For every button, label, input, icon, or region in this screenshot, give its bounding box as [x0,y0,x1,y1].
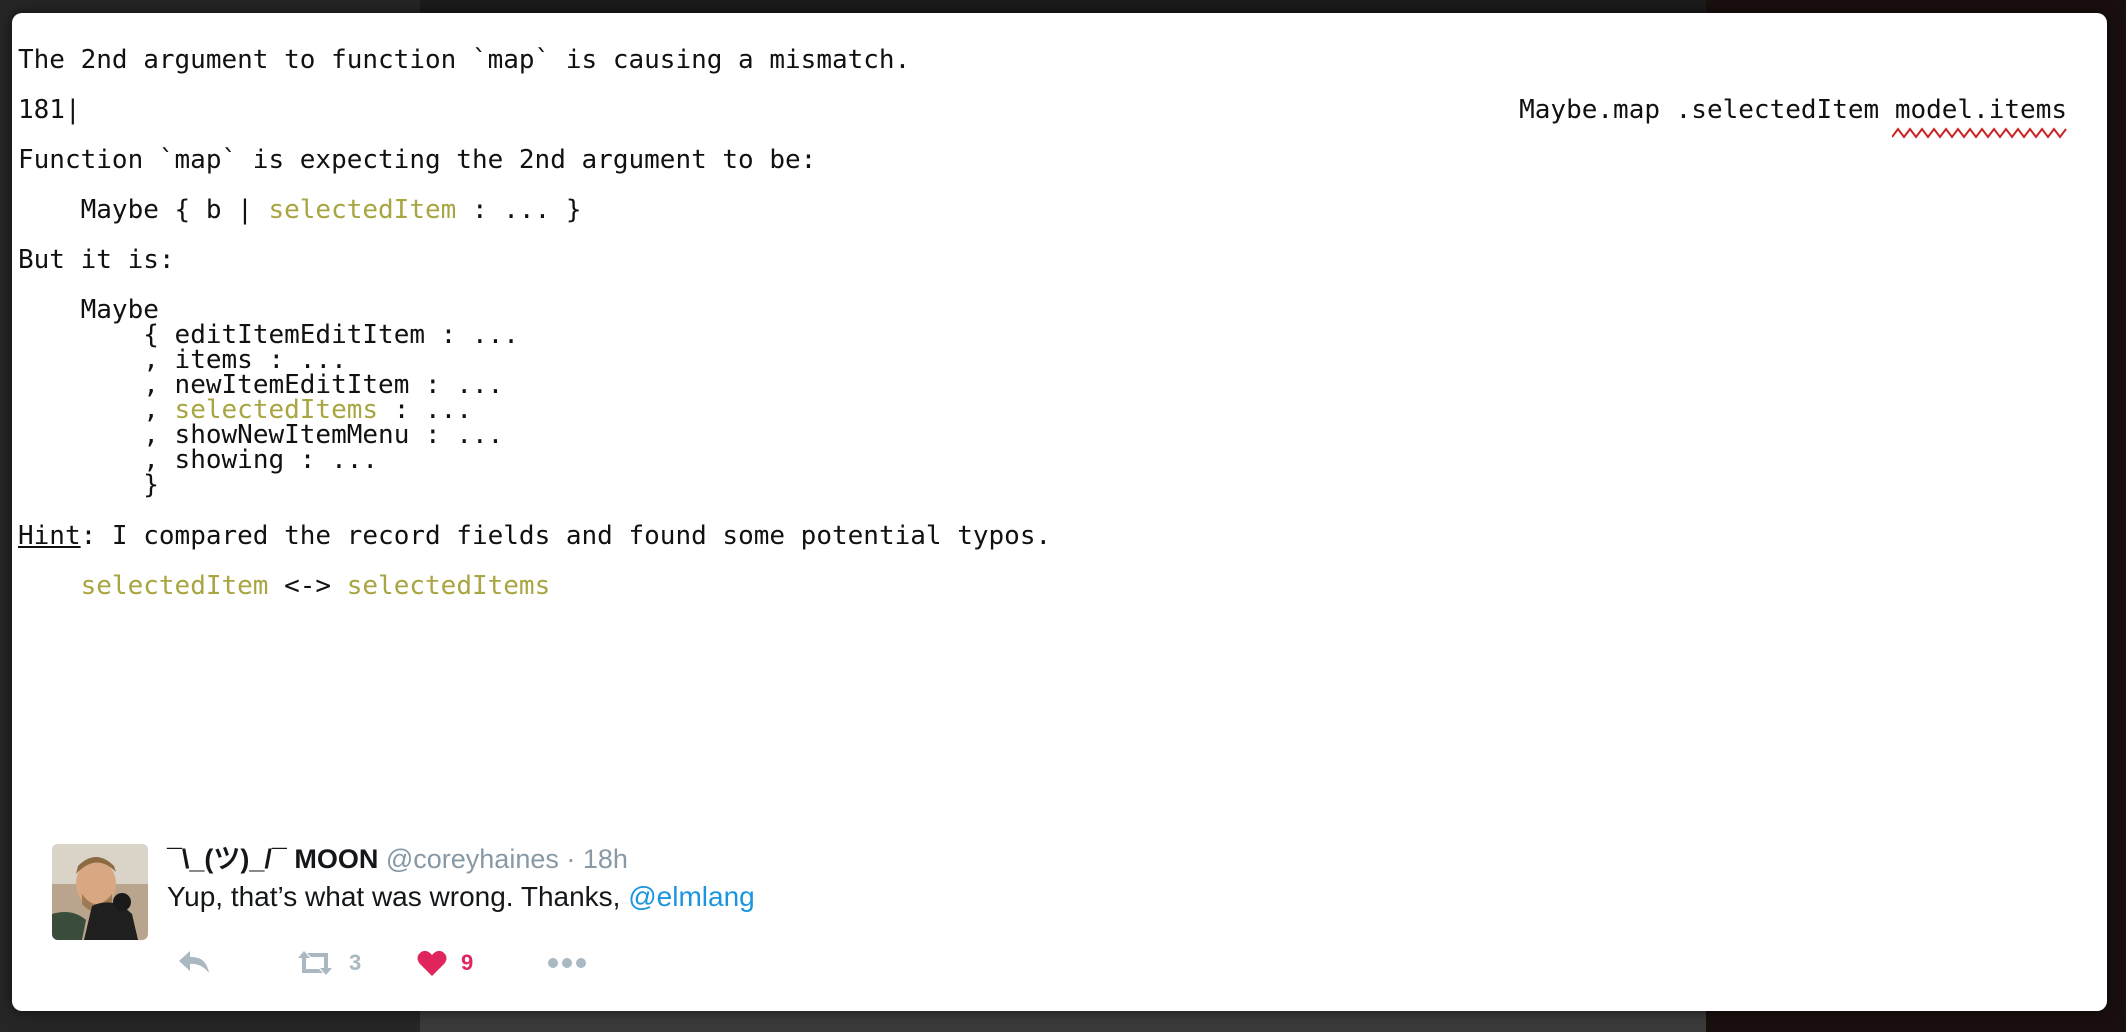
avatar[interactable] [52,844,148,940]
retweet-button[interactable]: 3 [295,943,361,983]
but-label: But it is: [18,245,175,275]
typo-suggestion: selectedItem <-> selectedItems [18,569,551,603]
hint-text: : I compared the record fields and found… [80,521,1052,551]
expected-type: Maybe { b | selectedItem : ... } [18,193,582,227]
avatar-image [52,844,148,940]
separator: · [566,844,576,874]
hint-word: Hint [18,521,81,551]
user-handle[interactable]: @coreyhaines [386,844,559,874]
reply-icon [179,951,209,973]
like-count: 9 [461,950,474,975]
field-suffix: : ... [409,420,504,450]
field-suffix: : ... [284,445,379,475]
retweet-icon [298,951,332,975]
expected-field: selectedItem [268,195,457,225]
field-suffix: : ... [425,320,519,350]
expect-label: Function `map` is expecting the 2nd argu… [18,145,817,175]
hint-line: Hint: I compared the record fields and f… [18,519,1051,553]
typo-left: selectedItem [80,571,269,601]
more-icon [548,958,586,968]
error-squiggle-icon [1892,127,2067,139]
tweet-header: ¯\_(ツ)_/¯ MOON @coreyhaines · 18h [167,841,628,877]
error-line-1: The 2nd argument to function `map` is ca… [18,45,911,75]
tweet-time[interactable]: 18h [583,844,628,874]
source-arg: model.items [1894,95,2067,125]
expected-suffix: : ... } [456,195,582,225]
more-button[interactable] [547,943,587,983]
mention-link[interactable]: @elmlang [628,881,754,912]
tweet-body: Yup, that’s what was wrong. Thanks, [167,881,629,912]
typo-arrow: <-> [268,571,347,601]
media-modal: The 2nd argument to function `map` is ca… [12,13,2107,1011]
source-prefix: Maybe.map .selectedItem [1519,95,1895,125]
field-name: showing [174,445,285,475]
retweet-count: 3 [349,950,362,975]
heart-icon [417,950,447,976]
actual-close: } [18,470,159,500]
display-name[interactable]: ¯\_(ツ)_/¯ MOON [167,844,378,874]
error-line-number: 181| [18,95,81,125]
typo-right: selectedItems [346,571,551,601]
reply-button[interactable] [177,943,211,983]
tweet-text: Yup, that’s what was wrong. Thanks, @elm… [167,879,755,915]
like-button[interactable]: 9 [417,943,473,983]
error-source-line: Maybe.map .selectedItem model.items [1519,93,2067,127]
tweet-actions: 3 9 [167,943,867,983]
expected-prefix: Maybe { b | [18,195,269,225]
